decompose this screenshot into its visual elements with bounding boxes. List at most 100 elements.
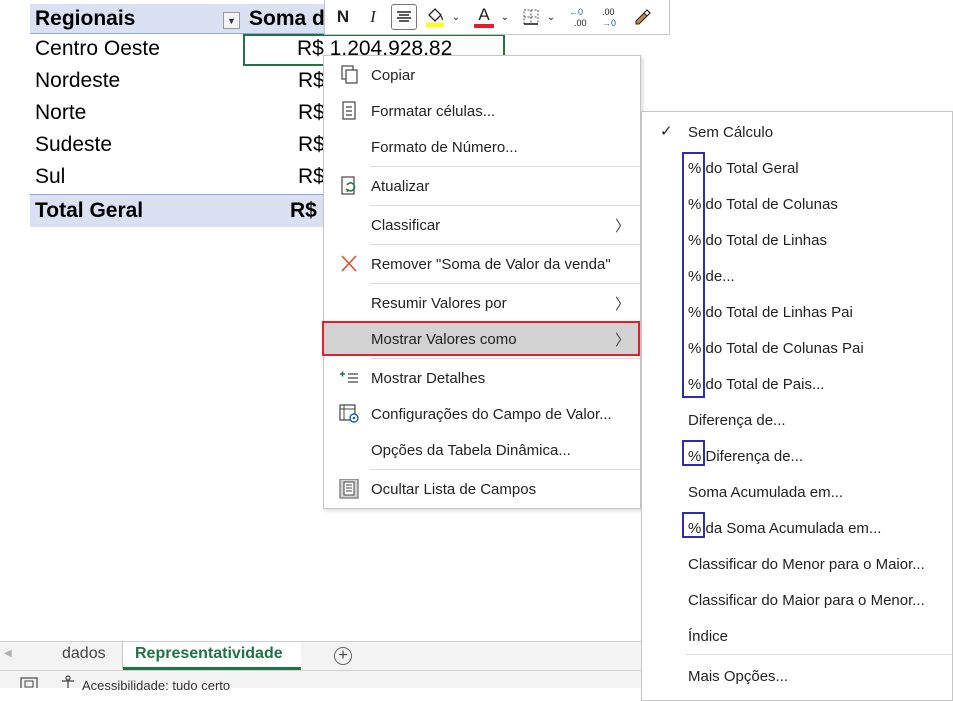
align-center-button[interactable] xyxy=(391,4,417,30)
pivot-row[interactable]: Sudeste R$ xyxy=(30,130,330,162)
menu-item-label: Ocultar Lista de Campos xyxy=(371,481,537,498)
format-cells-icon xyxy=(342,101,356,120)
menu-item-label: Resumir Valores por xyxy=(371,295,507,312)
submenu-item-diferenca[interactable]: Diferença de... xyxy=(642,402,952,436)
pivot-total-value: R$ xyxy=(290,199,317,222)
submenu-item-label: Índice xyxy=(688,628,729,645)
paint-bucket-icon xyxy=(426,8,444,27)
bold-button[interactable]: N xyxy=(331,4,355,30)
sheet-tab-label: Representatividade xyxy=(135,645,283,662)
menu-item-formatar-celulas[interactable]: Formatar células... xyxy=(324,94,640,128)
submenu-item-sem-calculo[interactable]: ✓ Sem Cálculo xyxy=(642,114,952,148)
borders-button[interactable] xyxy=(519,4,543,30)
sheet-tab-representatividade[interactable]: Representatividade xyxy=(123,642,301,670)
borders-icon xyxy=(523,9,539,25)
pivot-row[interactable]: Norte R$ xyxy=(30,98,330,130)
macro-record-icon[interactable] xyxy=(20,676,38,688)
menu-item-label: Configurações do Campo de Valor... xyxy=(371,406,612,423)
pivot-row-label: Sul xyxy=(35,165,66,188)
menu-item-formato-numero[interactable]: Formato de Número... xyxy=(324,130,640,164)
sheet-tab-label: dados xyxy=(62,645,106,662)
menu-item-ocultar-lista[interactable]: Ocultar Lista de Campos xyxy=(324,472,640,506)
menu-item-label: Opções da Tabela Dinâmica... xyxy=(371,442,571,459)
pivot-row-label: Norte xyxy=(35,101,87,124)
menu-separator xyxy=(370,166,640,167)
menu-separator xyxy=(370,469,640,470)
submenu-item-label: % do Total de Linhas xyxy=(688,232,827,249)
format-painter-icon xyxy=(635,9,651,25)
pivot-total-row[interactable]: Total Geral R$ xyxy=(30,194,330,227)
submenu-item-label: % do Total de Colunas Pai xyxy=(688,340,864,357)
field-list-icon xyxy=(339,479,359,499)
font-color-chevron-down-icon[interactable]: ⌄ xyxy=(498,4,512,30)
menu-item-mostrar-detalhes[interactable]: Mostrar Detalhes xyxy=(324,361,640,395)
svg-text:←0: ←0 xyxy=(569,7,583,17)
submenu-item-indice[interactable]: Índice xyxy=(642,618,952,652)
increase-decimal-button[interactable]: ←0.00 xyxy=(567,4,595,30)
menu-separator xyxy=(370,244,640,245)
pivot-row[interactable]: Sul R$ xyxy=(30,162,330,194)
borders-chevron-down-icon[interactable]: ⌄ xyxy=(544,4,558,30)
menu-separator xyxy=(370,358,640,359)
submenu-item-label: % do Total de Linhas Pai xyxy=(688,304,853,321)
fill-color-button[interactable] xyxy=(423,4,447,30)
submenu-item-soma-acumulada[interactable]: Soma Acumulada em... xyxy=(642,474,952,508)
menu-item-copiar[interactable]: Copiar xyxy=(324,58,640,92)
accessibility-icon[interactable] xyxy=(60,675,76,688)
menu-item-label: Atualizar xyxy=(371,178,430,195)
submenu-item-label: Soma Acumulada em... xyxy=(688,484,844,501)
pivot-row-label: Sudeste xyxy=(35,133,113,156)
menu-item-label: Copiar xyxy=(371,67,416,84)
pivot-row[interactable]: Nordeste R$ xyxy=(30,66,330,98)
chevron-right-icon: 〉 xyxy=(614,218,630,235)
pivot-row-label: Centro Oeste xyxy=(35,37,160,60)
font-color-button[interactable]: A xyxy=(471,4,497,30)
decrease-decimal-button[interactable]: .00 →0 xyxy=(598,4,626,30)
sheet-tab-bar: ◀ dados Representatividade + xyxy=(0,641,641,670)
menu-item-label: Classificar xyxy=(371,217,441,234)
pivot-row-value: R$ xyxy=(298,165,325,188)
menu-item-remover[interactable]: Remover "Soma de Valor da venda" xyxy=(324,247,640,281)
filter-dropdown-icon[interactable]: ▼ xyxy=(223,12,240,29)
align-center-icon xyxy=(397,11,411,22)
scroll-left-icon[interactable]: ◀ xyxy=(4,648,12,659)
annotation-blue-box xyxy=(682,512,705,538)
submenu-item-maior-menor[interactable]: Classificar do Maior para o Menor... xyxy=(642,582,952,616)
menu-item-configuracoes-campo[interactable]: Configurações do Campo de Valor... xyxy=(324,397,640,431)
checkmark-icon: ✓ xyxy=(660,123,673,140)
menu-separator xyxy=(370,205,640,206)
menu-item-opcoes-tabela[interactable]: Opções da Tabela Dinâmica... xyxy=(324,433,640,467)
submenu-item-menor-maior[interactable]: Classificar do Menor para o Maior... xyxy=(642,546,952,580)
status-bar: Acessibilidade: tudo certo xyxy=(0,670,641,693)
italic-button[interactable]: I xyxy=(361,4,385,30)
submenu-item-label: % do Total de Pais... xyxy=(688,376,825,393)
submenu-separator xyxy=(686,654,952,655)
menu-item-classificar[interactable]: Classificar 〉 xyxy=(324,208,640,242)
pivot-col-soma[interactable]: Soma d xyxy=(249,7,325,31)
menu-item-label: Formato de Número... xyxy=(371,139,518,156)
sheet-tab-dados[interactable]: dados xyxy=(52,642,123,669)
font-color-bar xyxy=(474,24,494,28)
submenu-item-label: Mais Opções... xyxy=(688,668,789,685)
submenu-item-label: % Diferença de... xyxy=(688,448,804,465)
show-details-icon xyxy=(340,371,358,383)
submenu-item-label: Diferença de... xyxy=(688,412,786,429)
pivot-row-value: R$ xyxy=(298,69,325,92)
add-sheet-icon[interactable]: + xyxy=(334,647,352,665)
mini-toolbar: N I ⌄ A ⌄ ⌄ ←0.00 .00 →0 xyxy=(324,0,670,35)
pivot-total-label: Total Geral xyxy=(35,199,144,222)
submenu-item-label: Classificar do Menor para o Maior... xyxy=(688,556,925,573)
accessibility-status[interactable]: Acessibilidade: tudo certo xyxy=(82,678,230,693)
menu-item-resumir-valores[interactable]: Resumir Valores por 〉 xyxy=(324,286,640,320)
pivot-row-label: Nordeste xyxy=(35,69,121,92)
menu-item-atualizar[interactable]: Atualizar xyxy=(324,169,640,203)
pivot-col-regionais[interactable]: Regionais xyxy=(35,7,135,31)
menu-item-label: Formatar células... xyxy=(371,103,496,120)
context-menu: Copiar Formatar células... Formato de Nú… xyxy=(323,55,641,509)
annotation-blue-box xyxy=(682,152,705,398)
format-painter-button[interactable] xyxy=(630,4,656,30)
refresh-icon xyxy=(341,176,356,195)
submenu-item-label: Classificar do Maior para o Menor... xyxy=(688,592,925,609)
menu-item-label: Remover "Soma de Valor da venda" xyxy=(371,256,611,273)
fill-color-chevron-down-icon[interactable]: ⌄ xyxy=(449,4,463,30)
